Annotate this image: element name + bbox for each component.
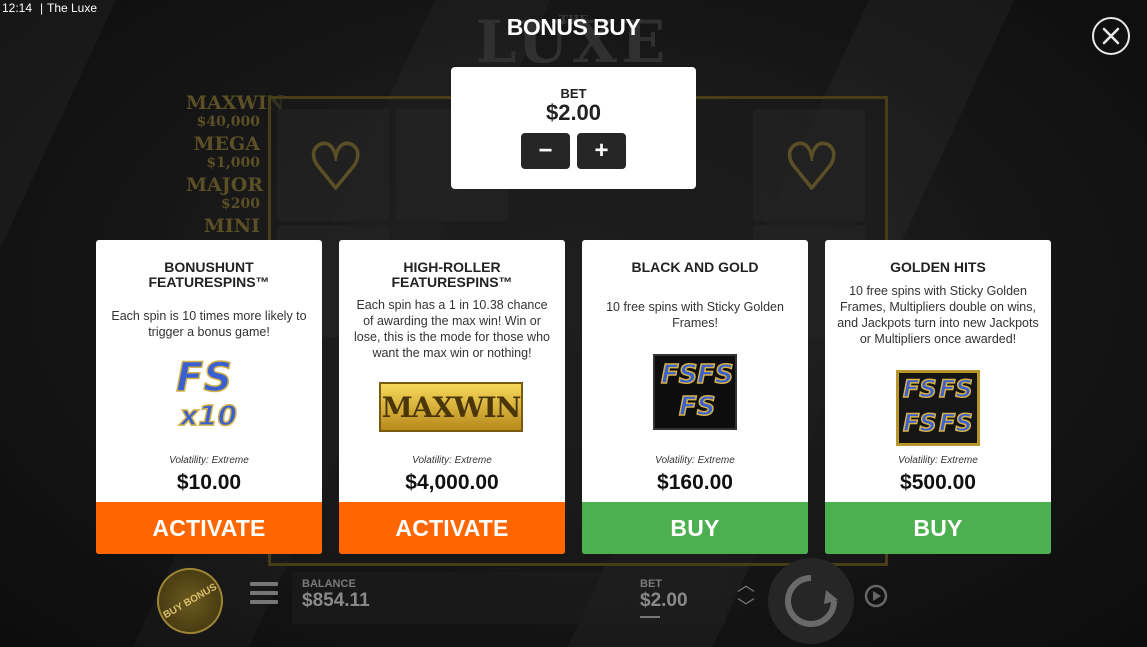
card-volatility: Volatility: Extreme [412, 455, 492, 466]
card-volatility: Volatility: Extreme [898, 455, 978, 466]
card-description: 10 free spins with Sticky Golden Frames! [606, 300, 784, 330]
chevron-up-icon[interactable]: ︿ [734, 574, 758, 596]
status-separator: | [40, 1, 44, 15]
close-icon [1102, 27, 1120, 45]
bet-adjust-arrows[interactable]: ︿ ﹀ [734, 574, 758, 618]
autoplay-icon [864, 584, 888, 608]
card-title: GOLDEN HITS [890, 259, 986, 275]
menu-icon[interactable] [250, 582, 278, 606]
card-description: Each spin is 10 times more likely to tri… [111, 309, 307, 339]
bonus-bet-value: $2.00 [545, 100, 602, 125]
minus-icon: − [538, 137, 553, 164]
bet-value: $2.00 [640, 590, 688, 611]
card-title: BLACK AND GOLD [631, 259, 759, 275]
bonus-card-black-and-gold: BLACK AND GOLD 10 free spins with Sticky… [582, 240, 808, 554]
card-description: 10 free spins with Sticky Golden Frames,… [837, 284, 1039, 346]
plus-icon: + [594, 137, 609, 164]
close-button[interactable] [1092, 17, 1130, 55]
bet-increase-button[interactable]: + [577, 133, 626, 169]
buy-button[interactable]: BUY [825, 502, 1051, 554]
card-price: $500.00 [900, 471, 976, 494]
balance-value: $854.11 [302, 590, 370, 611]
buy-button[interactable]: BUY [582, 502, 808, 554]
card-title: BONUSHUNT FEATURESPINS™ [148, 259, 270, 290]
bonus-bet-label: BET [560, 86, 587, 101]
spin-icon [785, 575, 838, 627]
card-title: HIGH-ROLLER FEATURESPINS™ [391, 259, 513, 290]
balance-label: BALANCE [302, 578, 356, 590]
chevron-down-icon[interactable]: ﹀ [734, 596, 758, 618]
buy-bonus-label: BUY BONUS [161, 581, 219, 621]
card-price: $160.00 [657, 471, 733, 494]
bonus-card-golden-hits: GOLDEN HITS 10 free spins with Sticky Go… [825, 240, 1051, 554]
card-price: $10.00 [176, 471, 242, 494]
spin-button[interactable] [768, 558, 854, 644]
fs-x10-icon: FS x10 [175, 355, 238, 432]
bonus-bet-panel: BET $2.00 − + [451, 67, 696, 189]
bet-label: BET [640, 578, 662, 590]
status-time: 12:14 [2, 1, 33, 15]
card-price: $4,000.00 [405, 471, 499, 494]
bet-underline [640, 616, 660, 618]
fs-triple-icon: FS FS FS [653, 354, 737, 430]
card-volatility: Volatility: Extreme [169, 455, 249, 466]
bonus-card-bonushunt: BONUSHUNT FEATURESPINS™ Each spin is 10 … [96, 240, 322, 554]
fs-quad-icon: FS FS FS FS [896, 370, 980, 446]
activate-button[interactable]: ACTIVATE [339, 502, 565, 554]
card-description: Each spin has a 1 in 10.38 chance of awa… [354, 298, 550, 360]
card-volatility: Volatility: Extreme [655, 455, 735, 466]
bonus-card-high-roller: HIGH-ROLLER FEATURESPINS™ Each spin has … [339, 240, 565, 554]
status-app-name: The Luxe [47, 1, 98, 15]
maxwin-icon: MAXWIN [379, 382, 523, 432]
bet-decrease-button[interactable]: − [521, 133, 570, 169]
autoplay-button[interactable] [862, 582, 890, 610]
modal-title: BONUS BUY [506, 14, 641, 40]
activate-button[interactable]: ACTIVATE [96, 502, 322, 554]
